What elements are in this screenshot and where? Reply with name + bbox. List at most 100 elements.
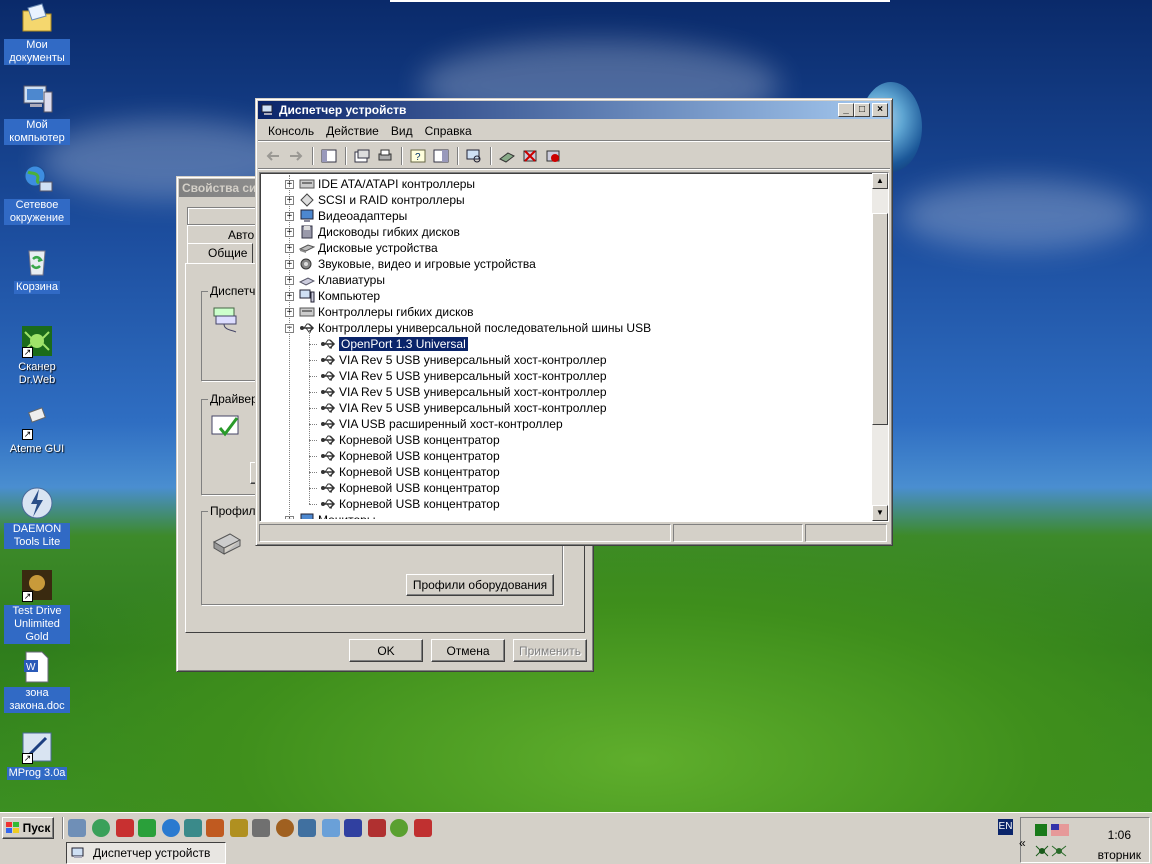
quicklaunch-icon[interactable] (344, 819, 362, 837)
tree-category[interactable]: +Мониторы (285, 512, 375, 519)
properties-icon[interactable] (351, 145, 373, 167)
tree-node-label: VIA Rev 5 USB универсальный хост-контрол… (339, 401, 607, 415)
menu-action[interactable]: Действие (320, 122, 385, 140)
tree-category[interactable]: + Звуковые, видео и игровые устройства (285, 256, 536, 272)
action-pane-icon[interactable] (430, 145, 452, 167)
desktop-icon-my-computer[interactable]: Мой компьютер (4, 82, 70, 145)
tree-device-item[interactable]: VIA Rev 5 USB универсальный хост-контрол… (320, 352, 607, 368)
tree-node-label: VIA Rev 5 USB универсальный хост-контрол… (339, 385, 607, 399)
folder-icon (20, 2, 54, 36)
hardware-profiles-button[interactable]: Профили оборудования (406, 574, 554, 596)
desktop-icon-daemon-tools[interactable]: DAEMON Tools Lite (4, 486, 70, 549)
tree-category[interactable]: + SCSI и RAID контроллеры (285, 192, 465, 208)
scroll-thumb[interactable] (872, 213, 888, 425)
devmgr-titlebar[interactable]: Диспетчер устройств _ □ × (258, 101, 890, 119)
quicklaunch-icon[interactable] (276, 819, 294, 837)
quicklaunch-icon[interactable] (390, 819, 408, 837)
maximize-button[interactable]: □ (854, 103, 870, 117)
apply-button[interactable]: Применить (513, 639, 587, 662)
taskbar-button-device-manager[interactable]: Диспетчер устройств (66, 842, 226, 864)
device-manager-icon (71, 846, 87, 860)
tray-icon[interactable] (1035, 824, 1047, 836)
quicklaunch-icon[interactable] (206, 819, 224, 837)
tree-device-item[interactable]: VIA Rev 5 USB универсальный хост-контрол… (320, 400, 607, 416)
quicklaunch-icon[interactable] (322, 819, 340, 837)
drweb-spider-icon[interactable] (1035, 844, 1049, 858)
tree-device-item[interactable]: Корневой USB концентратор (320, 432, 500, 448)
quicklaunch-icon[interactable] (92, 819, 110, 837)
tree-device-item[interactable]: Корневой USB концентратор (320, 496, 500, 512)
print-icon[interactable] (374, 145, 396, 167)
quicklaunch-icon[interactable] (298, 819, 316, 837)
ok-button[interactable]: OK (349, 639, 423, 662)
show-hide-tree-icon[interactable] (318, 145, 340, 167)
tree-device-item[interactable]: OpenPort 1.3 Universal (320, 336, 469, 352)
tree-category[interactable]: + IDE ATA/ATAPI контроллеры (285, 176, 475, 192)
tab-general[interactable]: Общие (187, 243, 253, 263)
menu-help[interactable]: Справка (419, 122, 478, 140)
ie-icon[interactable] (162, 819, 180, 837)
tree-device-item[interactable]: VIA Rev 5 USB универсальный хост-контрол… (320, 384, 607, 400)
quicklaunch-icon[interactable] (138, 819, 156, 837)
disable-device-icon[interactable] (542, 145, 564, 167)
usb-icon (320, 369, 336, 383)
cancel-button[interactable]: Отмена (431, 639, 505, 662)
close-button[interactable]: × (872, 103, 888, 117)
scroll-up-button[interactable]: ▲ (872, 173, 888, 189)
desktop-icon-network[interactable]: Сетевое окружение (4, 162, 70, 225)
chevron-left-icon[interactable]: « (1019, 836, 1026, 850)
desktop-icon-test-drive[interactable]: ↗ Test Drive Unlimited Gold (4, 568, 70, 644)
menu-console[interactable]: Консоль (262, 122, 320, 140)
driver-check-icon (210, 412, 244, 445)
quicklaunch-icon[interactable] (252, 819, 270, 837)
quicklaunch-icon[interactable] (116, 819, 134, 837)
tree-device-item[interactable]: VIA Rev 5 USB универсальный хост-контрол… (320, 368, 607, 384)
uninstall-icon[interactable] (519, 145, 541, 167)
forward-arrow-icon[interactable] (285, 145, 307, 167)
back-arrow-icon[interactable] (262, 145, 284, 167)
scroll-down-button[interactable]: ▼ (872, 505, 888, 521)
spider-icon[interactable] (1051, 844, 1067, 858)
clock-time[interactable]: 1:06 (1108, 828, 1131, 842)
tab-auto[interactable]: Автом (187, 225, 265, 245)
desktop-icon-my-documents[interactable]: Мои документы (4, 2, 70, 65)
desktop-icon-word-doc[interactable]: W зона закона.doc (4, 650, 70, 713)
quicklaunch-icon[interactable] (230, 819, 248, 837)
device-tree-panel: + IDE ATA/ATAPI контроллеры + SCSI и RAID к… (259, 172, 889, 522)
tree-device-item[interactable]: VIA USB расширенный хост-контроллер (320, 416, 563, 432)
tree-device-item[interactable]: Корневой USB концентратор (320, 448, 500, 464)
desktop-icon-mprog[interactable]: ↗ MProg 3.0a (4, 730, 70, 780)
update-driver-icon[interactable] (496, 145, 518, 167)
computer-icon (299, 289, 315, 303)
tree-category[interactable]: + Видеоадаптеры (285, 208, 407, 224)
tree-category[interactable]: + Дисковые устройства (285, 240, 438, 256)
tree-device-item[interactable]: Корневой USB концентратор (320, 464, 500, 480)
quicklaunch-icon[interactable] (414, 819, 432, 837)
tree-node-label: Корневой USB концентратор (339, 449, 500, 463)
device-tree: + IDE ATA/ATAPI контроллеры + SCSI и RAID к… (262, 175, 871, 519)
daemon-tools-bolt-icon (20, 486, 54, 520)
tree-category[interactable]: + Контроллеры гибких дисков (285, 304, 474, 320)
scan-hardware-icon[interactable] (463, 145, 485, 167)
desktop-icon-recycle-bin[interactable]: Корзина (4, 244, 70, 294)
quicklaunch-icon[interactable] (184, 819, 202, 837)
vertical-scrollbar[interactable]: ▲ ▼ (872, 173, 888, 521)
desktop-icon-ateme[interactable]: ↗ Ateme GUI (4, 406, 70, 456)
desktop-icon-drweb[interactable]: ↗ Сканер Dr.Web (4, 324, 70, 387)
tree-node-label: Звуковые, видео и игровые устройства (318, 257, 536, 271)
tree-category[interactable]: + Клавиатуры (285, 272, 385, 288)
tree-node-label: SCSI и RAID контроллеры (318, 193, 465, 207)
help-icon[interactable]: ? (407, 145, 429, 167)
quicklaunch-icon[interactable] (68, 819, 86, 837)
menu-view[interactable]: Вид (385, 122, 419, 140)
start-button[interactable]: Пуск (2, 817, 54, 839)
us-flag-icon[interactable] (1051, 824, 1069, 836)
quicklaunch-icon[interactable] (368, 819, 386, 837)
language-indicator[interactable]: EN (998, 819, 1013, 835)
tree-category[interactable]: + Компьютер (285, 288, 380, 304)
tree-device-item[interactable]: Корневой USB концентратор (320, 480, 500, 496)
minimize-button[interactable]: _ (838, 103, 854, 117)
tree-category[interactable]: − Контроллеры универсальной последователь… (285, 320, 651, 336)
tree-category[interactable]: + Дисководы гибких дисков (285, 224, 460, 240)
tree-node-label: VIA USB расширенный хост-контроллер (339, 417, 563, 431)
